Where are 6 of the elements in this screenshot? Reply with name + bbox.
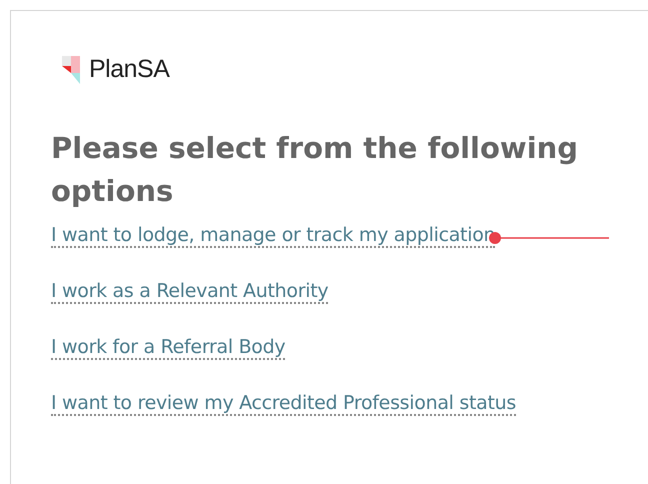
option-link[interactable]: I want to review my Accredited Professional status xyxy=(51,392,516,416)
option-link[interactable]: I work as a Relevant Authority xyxy=(51,280,328,304)
logo-icon xyxy=(61,56,81,84)
logo-text: PlanSA xyxy=(89,54,170,85)
page-heading: Please select from the following options xyxy=(51,130,580,210)
option-link[interactable]: I work for a Referral Body xyxy=(51,336,286,360)
